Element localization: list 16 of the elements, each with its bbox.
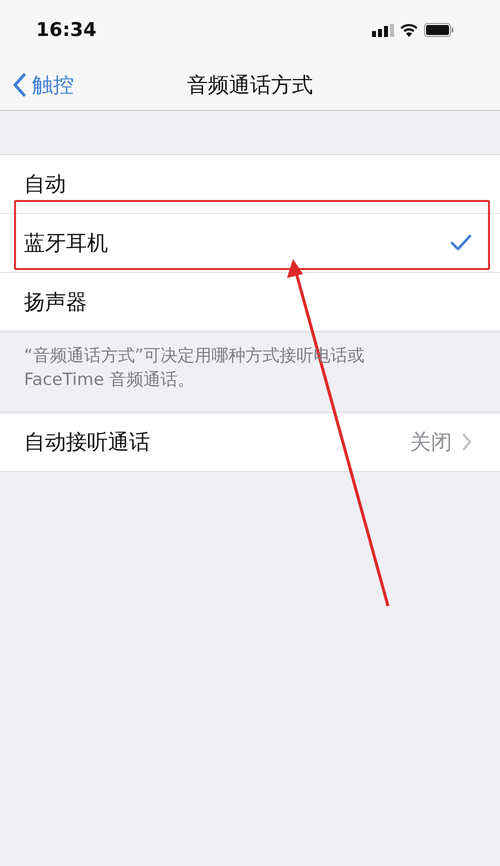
status-time: 16:34 [36,19,96,41]
option-row[interactable]: 扬声器 [0,273,500,331]
battery-icon [424,23,454,37]
option-label: 自动 [24,171,66,198]
chevron-right-icon [462,433,472,451]
chevron-left-icon [12,73,26,97]
wifi-icon [400,23,418,37]
signal-icon [372,24,394,36]
back-button[interactable]: 触控 [12,60,74,110]
setting-value: 关闭 [410,429,452,456]
nav-title: 音频通话方式 [187,72,313,99]
setting-label: 自动接听通话 [24,429,150,456]
option-label: 蓝牙耳机 [24,230,108,257]
option-label: 扬声器 [24,289,87,316]
option-row[interactable]: 自动 [0,155,500,214]
setting-row[interactable]: 自动接听通话 关闭 [0,413,500,471]
